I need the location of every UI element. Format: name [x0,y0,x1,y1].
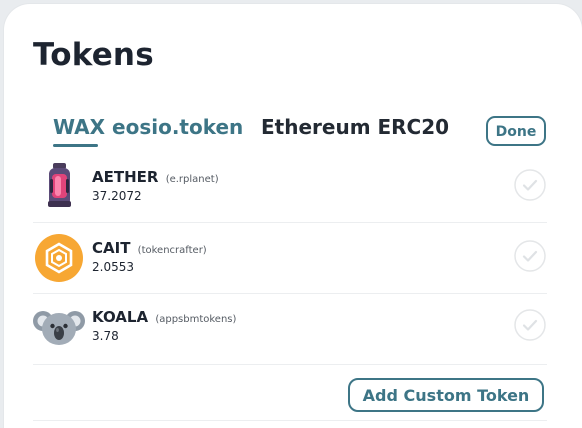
token-contract: (tokencrafter) [137,245,207,256]
aether-canister-icon [33,161,85,213]
token-symbol: CAIT [92,239,131,257]
token-symbol: AETHER [92,168,159,186]
token-standard-tabs: WAX eosio.token Ethereum ERC20 Done [4,4,582,154]
token-name-cait: CAIT (tokencrafter) [92,239,207,257]
tab-wax-eosio-token[interactable]: WAX eosio.token [53,115,243,139]
done-button[interactable]: Done [486,116,546,146]
tokens-panel: Tokens WAX eosio.token Ethereum ERC20 Do… [4,4,582,428]
tab-ethereum-erc20[interactable]: Ethereum ERC20 [261,115,449,139]
select-check-icon[interactable] [514,240,546,272]
token-name-koala: KOALA (appsbmtokens) [92,308,236,326]
list-item-cait[interactable]: CAIT (tokencrafter) 2.0553 [33,223,547,294]
select-check-icon[interactable] [514,169,546,201]
token-name-aether: AETHER (e.rplanet) [92,168,219,186]
token-contract: (appsbmtokens) [155,314,237,325]
token-symbol: KOALA [92,308,149,326]
list-item-koala[interactable]: KOALA (appsbmtokens) 3.78 [33,294,547,365]
token-balance: 2.0553 [92,260,134,274]
list-item-aether[interactable]: AETHER (e.rplanet) 37.2072 [33,152,547,223]
token-balance: 3.78 [92,329,119,343]
token-contract: (e.rplanet) [165,174,219,185]
divider [33,420,547,421]
active-tab-indicator [53,144,98,147]
select-check-icon[interactable] [514,309,546,341]
cait-hexagon-icon [33,232,85,284]
koala-face-icon [33,301,85,353]
token-balance: 37.2072 [92,189,142,203]
add-custom-token-button[interactable]: Add Custom Token [348,378,544,412]
